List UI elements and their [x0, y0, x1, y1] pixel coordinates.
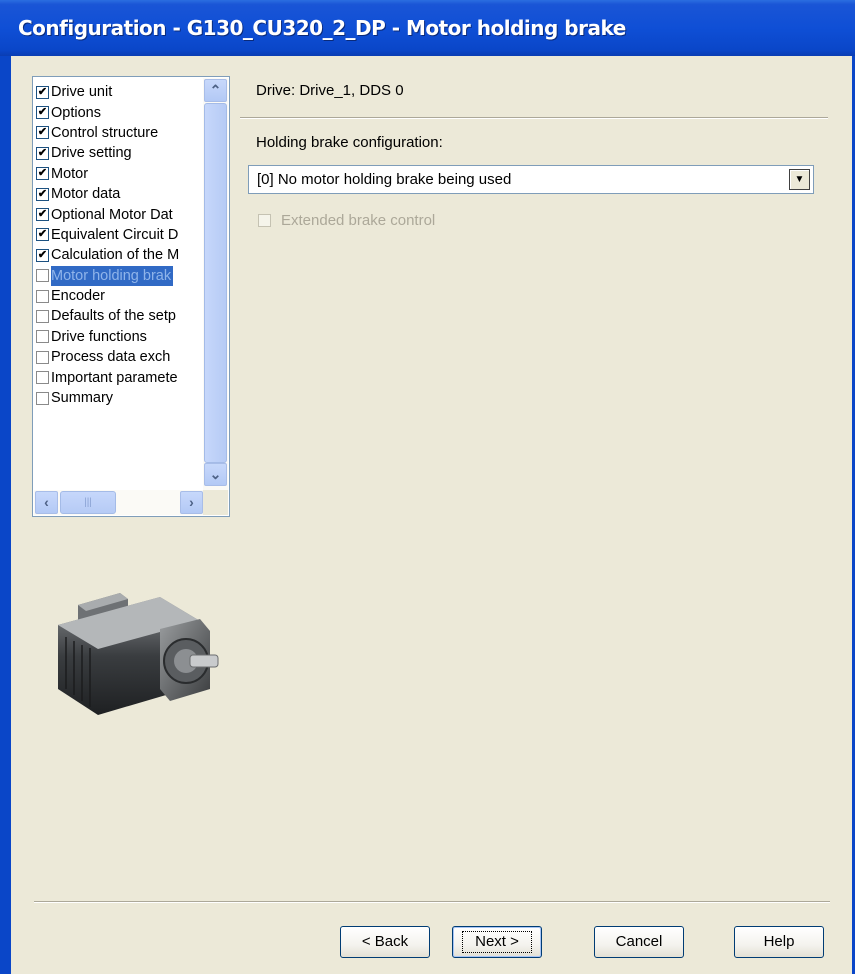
tree-item-label: Process data exch	[51, 349, 171, 366]
vertical-scroll-thumb[interactable]	[204, 103, 227, 463]
separator-top	[240, 117, 828, 119]
tree-item[interactable]: Control structure	[36, 123, 204, 143]
window-title: Configuration - G130_CU320_2_DP - Motor …	[18, 16, 626, 40]
tree-item[interactable]: Motor	[36, 164, 204, 184]
vertical-scrollbar[interactable]: ⌃ ⌄	[203, 78, 228, 490]
checked-checkbox-icon	[36, 248, 49, 262]
scroll-left-button[interactable]: ‹	[35, 491, 58, 514]
tree-item-label: Encoder	[51, 288, 106, 305]
tree-item[interactable]: Options	[36, 102, 204, 122]
chevron-up-icon: ⌃	[209, 82, 222, 98]
dropdown-arrow-icon[interactable]: ▼	[789, 169, 810, 190]
unchecked-checkbox-icon	[36, 309, 49, 323]
tree-item-label: Summary	[51, 390, 114, 407]
tree-item-label: Options	[51, 104, 101, 121]
tree-item[interactable]: Drive unit	[36, 82, 204, 102]
unchecked-checkbox-icon	[36, 289, 49, 303]
tree-item[interactable]: Equivalent Circuit D	[36, 225, 204, 245]
tree-item[interactable]: Encoder	[36, 286, 204, 306]
tree-item[interactable]: Important paramete	[36, 367, 204, 387]
tree-item-label: Equivalent Circuit D	[51, 226, 179, 243]
scrollbar-corner	[203, 490, 228, 515]
tree-item-label: Motor data	[51, 186, 121, 203]
unchecked-checkbox-icon	[36, 391, 49, 405]
tree-item-label: Defaults of the setp	[51, 308, 176, 325]
title-bar[interactable]: Configuration - G130_CU320_2_DP - Motor …	[0, 0, 855, 56]
checked-checkbox-icon	[36, 228, 49, 242]
scroll-up-button[interactable]: ⌃	[204, 79, 227, 102]
scroll-right-button[interactable]: ›	[180, 491, 203, 514]
checked-checkbox-icon	[36, 126, 49, 140]
unchecked-checkbox-icon	[36, 371, 49, 385]
checked-checkbox-icon	[36, 208, 49, 222]
next-button-label: Next >	[462, 931, 532, 953]
wizard-step-tree[interactable]: Drive unit Options Control structure Drive …	[32, 76, 230, 517]
grip-icon: |||	[84, 497, 92, 508]
checked-checkbox-icon	[36, 85, 49, 99]
tree-item-label: Optional Motor Dat	[51, 206, 173, 223]
checked-checkbox-icon	[36, 106, 49, 120]
tree-item-label: Drive setting	[51, 145, 132, 162]
tree-item[interactable]: Optional Motor Dat	[36, 204, 204, 224]
tree-item[interactable]: Calculation of the M	[36, 245, 204, 265]
chevron-left-icon: ‹	[44, 494, 49, 510]
tree-item-label: Drive functions	[51, 328, 147, 345]
tree-item[interactable]: Summary	[36, 388, 204, 408]
unchecked-checkbox-icon	[36, 269, 49, 283]
holding-brake-select[interactable]: [0] No motor holding brake being used ▼	[248, 165, 814, 194]
cancel-button[interactable]: Cancel	[594, 926, 684, 958]
unchecked-checkbox-icon	[36, 330, 49, 344]
back-button[interactable]: < Back	[340, 926, 430, 958]
checked-checkbox-icon	[36, 167, 49, 181]
help-button[interactable]: Help	[734, 926, 824, 958]
extended-brake-label: Extended brake control	[281, 212, 436, 229]
extended-brake-control-option: Extended brake control	[258, 212, 435, 229]
window-frame-left	[0, 56, 11, 974]
tree-item-label: Drive unit	[51, 84, 113, 101]
wizard-step-list: Drive unit Options Control structure Drive …	[36, 82, 204, 482]
holding-brake-label: Holding brake configuration:	[256, 134, 443, 151]
separator-bottom	[34, 901, 830, 903]
holding-brake-selected-value: [0] No motor holding brake being used	[257, 171, 512, 188]
tree-item-label: Important paramete	[51, 369, 178, 386]
tree-item-label: Motor	[51, 165, 89, 182]
extended-brake-checkbox	[258, 214, 271, 227]
next-button[interactable]: Next >	[452, 926, 542, 958]
chevron-right-icon: ›	[189, 494, 194, 510]
tree-item-label: Calculation of the M	[51, 247, 180, 264]
tree-item[interactable]: Defaults of the setp	[36, 306, 204, 326]
checked-checkbox-icon	[36, 146, 49, 160]
tree-item[interactable]: Motor data	[36, 184, 204, 204]
motor-image	[58, 593, 219, 715]
tree-item-label: Control structure	[51, 124, 159, 141]
unchecked-checkbox-icon	[36, 350, 49, 364]
tree-item[interactable]: Motor holding brak	[36, 265, 204, 286]
tree-item-label: Motor holding brak	[51, 265, 174, 286]
tree-item[interactable]: Drive setting	[36, 143, 204, 163]
chevron-down-icon: ⌄	[209, 466, 222, 482]
scroll-down-button[interactable]: ⌄	[204, 463, 227, 486]
horizontal-scroll-thumb[interactable]: |||	[60, 491, 116, 514]
horizontal-scrollbar[interactable]: ‹ ||| ›	[34, 490, 204, 515]
checked-checkbox-icon	[36, 187, 49, 201]
tree-item[interactable]: Process data exch	[36, 347, 204, 367]
tree-item[interactable]: Drive functions	[36, 327, 204, 347]
drive-info: Drive: Drive_1, DDS 0	[256, 82, 404, 99]
